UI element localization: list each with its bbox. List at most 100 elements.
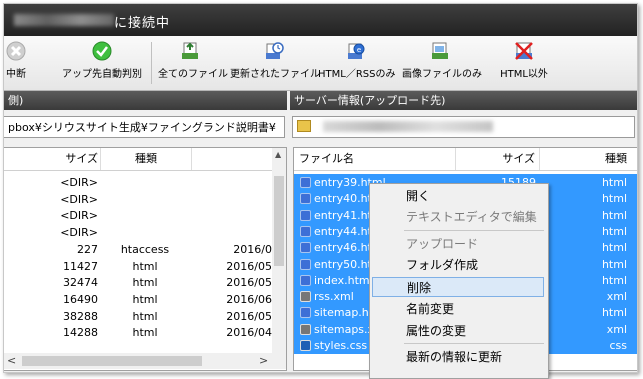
row-date: 2016/05 bbox=[226, 259, 272, 273]
scroll-up-arrow[interactable]: ▲ bbox=[275, 150, 281, 159]
row-type: xml bbox=[606, 290, 627, 304]
context-menu: 開くテキストエディタで編集アップロード フォルダ作成削除名前変更 属性の変更最新の情… bbox=[369, 183, 549, 379]
table-row[interactable]: <DIR> bbox=[4, 174, 272, 191]
row-name: rss.xml bbox=[314, 290, 354, 304]
non-html-label: HTML以外 bbox=[500, 69, 548, 80]
row-type: html bbox=[132, 259, 158, 273]
row-type: xml bbox=[606, 322, 627, 336]
updated-files-icon bbox=[266, 42, 284, 59]
all-files-button[interactable]: 全てのファイル bbox=[158, 40, 228, 80]
table-row[interactable]: 11427 html 2016/05 bbox=[4, 258, 272, 275]
blurred-server-path bbox=[322, 121, 493, 132]
menu-item: アップロード bbox=[372, 234, 544, 254]
local-horizontal-thumb[interactable] bbox=[22, 356, 202, 366]
auto-detect-button[interactable]: アップ先自動判別 bbox=[58, 40, 146, 80]
row-type: html bbox=[132, 292, 158, 306]
html-rss-only-button[interactable]: e HTML／RSSのみ bbox=[318, 40, 395, 80]
toolbar-separator bbox=[151, 42, 152, 84]
server-col-name[interactable]: ファイル名 bbox=[299, 148, 456, 170]
row-type: html bbox=[132, 309, 158, 323]
row-type: html bbox=[601, 241, 627, 255]
stop-label: 中断 bbox=[6, 69, 26, 80]
row-size: 16490 bbox=[63, 292, 98, 306]
menu-item-label: 削除 bbox=[407, 281, 432, 295]
row-type: html bbox=[601, 257, 627, 271]
svg-text:e: e bbox=[357, 46, 361, 54]
stop-button[interactable]: 中断 bbox=[4, 40, 34, 80]
check-icon bbox=[92, 41, 112, 61]
row-size: 227 bbox=[77, 242, 98, 256]
table-row[interactable]: 14288 html 2016/04 bbox=[4, 324, 272, 341]
image-files-only-button[interactable]: 画像ファイルのみ bbox=[402, 40, 482, 80]
row-size: 11427 bbox=[63, 259, 98, 273]
local-col-size[interactable]: サイズ bbox=[62, 148, 98, 170]
local-col-type[interactable]: 種類 bbox=[100, 148, 192, 170]
row-name: styles.css bbox=[314, 339, 368, 352]
html-file-icon bbox=[300, 242, 311, 254]
menu-item[interactable]: 最新の情報に更新 bbox=[372, 347, 544, 367]
server-column-header: ファイル名 サイズ 種類 bbox=[294, 148, 637, 171]
row-size: <DIR> bbox=[60, 192, 98, 206]
menu-item: テキストエディタで編集 bbox=[372, 207, 544, 227]
html-file-icon bbox=[300, 225, 311, 237]
scroll-left-arrow[interactable]: < bbox=[7, 354, 16, 367]
updated-files-button[interactable]: 更新されたファイル bbox=[230, 40, 320, 80]
folder-icon bbox=[297, 120, 311, 132]
table-row[interactable]: <DIR> bbox=[4, 191, 272, 208]
row-type: html bbox=[601, 224, 627, 238]
table-row[interactable]: <DIR> bbox=[4, 207, 272, 224]
scroll-right-arrow[interactable]: > bbox=[259, 354, 268, 367]
table-row[interactable]: 38288 html 2016/05 bbox=[4, 308, 272, 325]
html-file-icon bbox=[300, 177, 311, 188]
menu-item[interactable]: 名前変更 bbox=[372, 299, 544, 319]
local-file-list[interactable]: サイズ 種類 <DIR> <DIR> <DIR> <DIR> 227 htaccess 20… bbox=[4, 147, 287, 371]
row-size: 32474 bbox=[63, 276, 98, 290]
row-size: <DIR> bbox=[60, 176, 98, 189]
menu-item[interactable]: 開く bbox=[372, 186, 544, 206]
server-col-type[interactable]: 種類 bbox=[541, 148, 627, 170]
row-type: css bbox=[609, 339, 627, 352]
menu-separator bbox=[404, 343, 544, 344]
server-pane-header: サーバー情報(アップロード先) bbox=[290, 91, 637, 110]
blurred-host-name bbox=[14, 14, 114, 26]
menu-item[interactable]: フォルダ作成 bbox=[372, 255, 544, 275]
row-date: 2016/06 bbox=[226, 292, 272, 306]
row-type: html bbox=[132, 326, 158, 340]
html-file-icon bbox=[300, 193, 311, 205]
server-path-field[interactable] bbox=[292, 116, 635, 138]
row-date: 2016/04 bbox=[226, 326, 272, 340]
all-files-icon bbox=[182, 42, 198, 59]
local-vertical-scrollbar[interactable]: ▲ bbox=[272, 148, 286, 353]
server-col-size[interactable]: サイズ bbox=[456, 148, 540, 170]
local-vertical-thumb[interactable] bbox=[274, 176, 284, 266]
menu-item[interactable]: 属性の変更 bbox=[372, 321, 544, 341]
local-column-header: サイズ 種類 bbox=[4, 148, 272, 171]
row-name: sitemaps.xı bbox=[314, 322, 378, 336]
menu-separator bbox=[404, 230, 544, 231]
row-type: html bbox=[132, 276, 158, 290]
html-file-icon bbox=[300, 258, 311, 270]
non-html-icon bbox=[515, 42, 533, 60]
local-horizontal-scrollbar[interactable]: < > bbox=[4, 353, 286, 369]
stop-icon bbox=[6, 41, 26, 61]
row-size: 14288 bbox=[63, 326, 98, 340]
row-type: html bbox=[601, 208, 627, 222]
non-html-button[interactable]: HTML以外 bbox=[492, 40, 556, 80]
toolbar: 中断 アップ先自動判別 全てのファイル 更新されたファイル e HTML／RSS… bbox=[4, 36, 637, 91]
row-type: html bbox=[601, 306, 627, 320]
all-files-label: 全てのファイル bbox=[158, 69, 228, 80]
row-date: 2016/05 bbox=[226, 309, 272, 323]
title-bar: に接続中 bbox=[4, 4, 637, 36]
local-path-field[interactable]: pbox¥シリウスサイト生成¥ファイングランド説明書¥ bbox=[4, 116, 285, 138]
menu-item-label: テキストエディタで編集 bbox=[406, 210, 537, 224]
menu-item[interactable]: 削除 bbox=[372, 277, 544, 297]
window-title: に接続中 bbox=[114, 16, 171, 31]
row-type: htaccess bbox=[120, 242, 170, 256]
table-row[interactable]: 32474 html 2016/05 bbox=[4, 274, 272, 291]
table-row[interactable]: 16490 html 2016/06 bbox=[4, 291, 272, 308]
image-files-only-label: 画像ファイルのみ bbox=[402, 69, 482, 80]
row-date: 2016/05 bbox=[226, 276, 272, 290]
table-row[interactable]: <DIR> bbox=[4, 224, 272, 241]
table-row[interactable]: 227 htaccess 2016/0 bbox=[4, 241, 272, 258]
xml-file-icon bbox=[300, 291, 311, 303]
